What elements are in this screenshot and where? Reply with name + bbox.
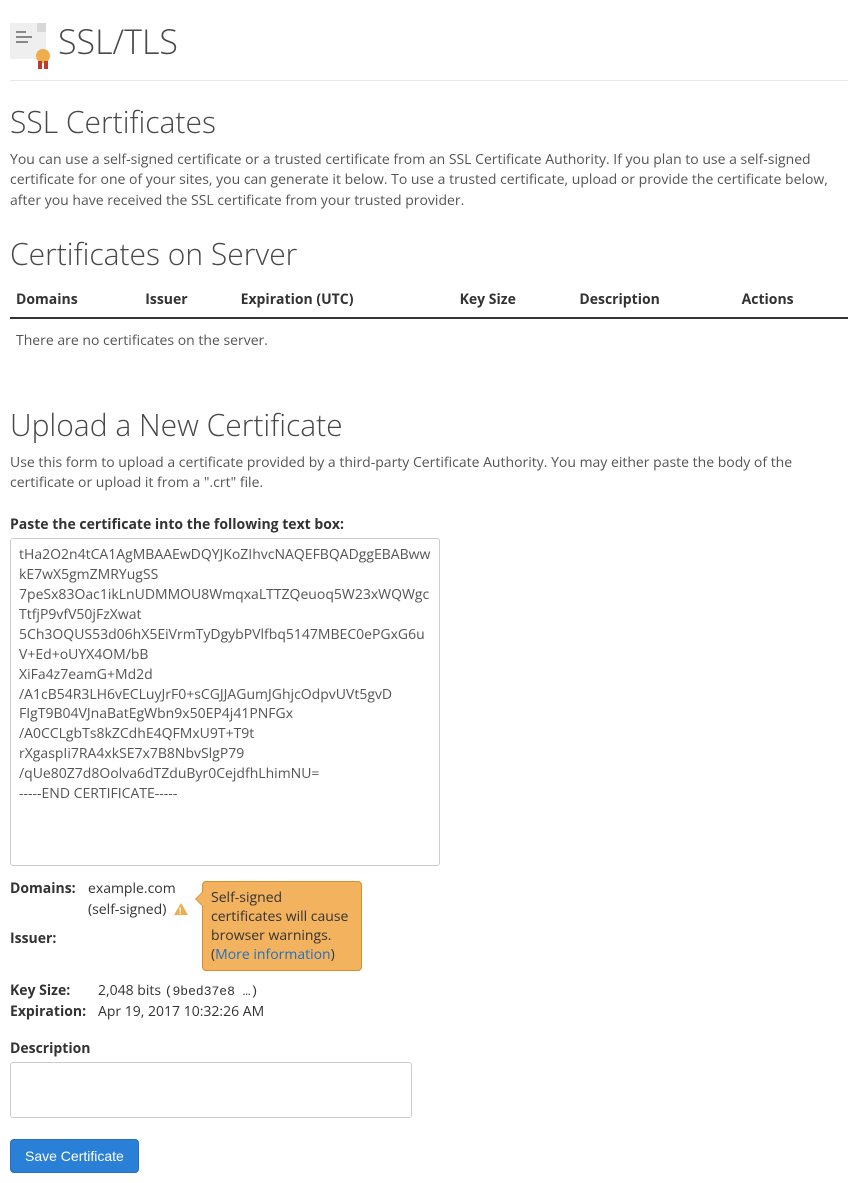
domains-value: example.com [88, 879, 176, 898]
domains-label: Domains: [10, 879, 88, 898]
upload-certificate-description: Use this form to upload a certificate pr… [10, 453, 848, 494]
col-description[interactable]: Description [573, 282, 735, 318]
self-signed-warning-tooltip: Self-signed certificates will cause brow… [202, 881, 362, 971]
self-signed-label: (self-signed) [88, 900, 166, 919]
col-expiration[interactable]: Expiration (UTC) [235, 282, 454, 318]
key-size-value: 2,048 bits [98, 981, 165, 1000]
ssl-certificates-description: You can use a self-signed certificate or… [10, 150, 848, 211]
description-label: Description [10, 1039, 848, 1058]
expiration-label: Expiration: [10, 1002, 98, 1021]
parsed-certificate-info: Domains: example.com (self-signed) Issue… [10, 877, 848, 1021]
key-size-hash: (9bed37e8 …) [165, 984, 259, 999]
upload-new-certificate-heading: Upload a New Certificate [10, 404, 848, 445]
certificates-table: Domains Issuer Expiration (UTC) Key Size… [10, 282, 848, 362]
page-header: SSL/TLS [10, 10, 848, 81]
col-domains[interactable]: Domains [10, 282, 139, 318]
certificates-on-server-heading: Certificates on Server [10, 233, 848, 274]
col-keysize[interactable]: Key Size [454, 282, 574, 318]
description-textarea[interactable] [10, 1062, 412, 1118]
ssl-certificates-heading: SSL Certificates [10, 101, 848, 142]
more-information-link[interactable]: More information [215, 945, 330, 964]
paste-certificate-label: Paste the certificate into the following… [10, 515, 848, 534]
issuer-label: Issuer: [10, 929, 88, 948]
key-size-label: Key Size: [10, 981, 98, 1000]
expiration-value: Apr 19, 2017 10:32:26 AM [98, 1002, 264, 1021]
ssl-certificate-icon [10, 23, 46, 59]
save-certificate-button[interactable]: Save Certificate [10, 1139, 139, 1173]
col-actions[interactable]: Actions [736, 282, 848, 318]
warning-icon [174, 903, 188, 915]
page-title: SSL/TLS [58, 18, 178, 64]
col-issuer[interactable]: Issuer [139, 282, 234, 318]
certificate-textarea[interactable] [10, 538, 440, 866]
empty-row-message: There are no certificates on the server. [10, 318, 848, 362]
